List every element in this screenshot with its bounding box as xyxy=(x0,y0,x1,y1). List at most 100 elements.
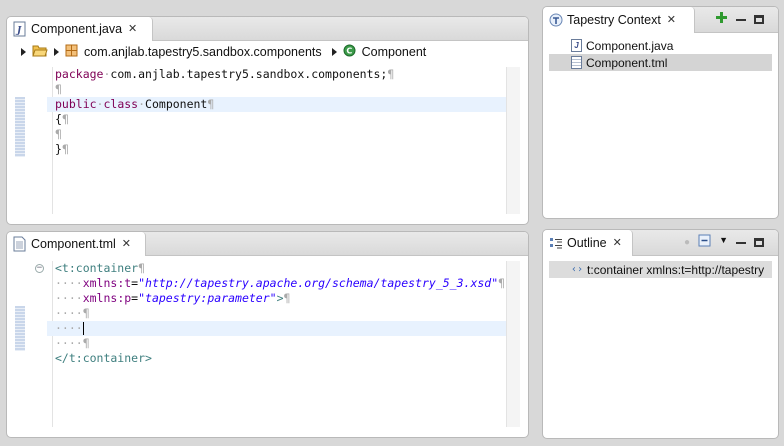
tml-file-icon xyxy=(13,236,27,252)
code-line[interactable]: ····xmlns:p="tapestry:parameter">¶ xyxy=(47,291,506,306)
code-token: <t:container xyxy=(55,261,139,275)
tapestry-context-view: Tapestry Context ✕ J Component.java Compon… xyxy=(542,6,779,219)
minimize-icon[interactable] xyxy=(736,242,746,244)
open-folder-icon[interactable] xyxy=(32,44,48,60)
java-file-icon: J xyxy=(571,39,582,52)
text-cursor xyxy=(82,322,84,335)
collapse-all-icon[interactable] xyxy=(698,234,711,250)
java-code-editor[interactable]: package · com.anjlab.tapestry5.sandbox.com… xyxy=(15,67,520,214)
tab-outline[interactable]: Outline ✕ xyxy=(543,230,633,256)
tree-item-label: Component.tml xyxy=(586,55,668,70)
maximize-icon[interactable] xyxy=(754,14,764,24)
breadcrumb-class[interactable]: Component xyxy=(362,45,427,59)
code-line[interactable]: package·com.anjlab.tapestry5.sandbox.com… xyxy=(47,67,506,82)
code-token: ¶ xyxy=(138,261,146,275)
java-editor-tabstrip: J Component.java ✕ xyxy=(7,17,528,41)
java-file-icon: J xyxy=(13,21,27,37)
code-token: ¶ xyxy=(82,336,90,350)
tml-editor-tabstrip: Component.tml ✕ xyxy=(7,232,528,256)
code-token: ¶ xyxy=(55,82,62,96)
code-line[interactable]: ····¶ xyxy=(47,306,506,321)
code-token: { xyxy=(55,112,62,126)
add-icon[interactable] xyxy=(715,11,728,27)
tab-label: Component.tml xyxy=(31,237,116,251)
code-line[interactable]: ···· xyxy=(47,321,506,336)
code-token: package xyxy=(55,67,104,81)
code-token: } xyxy=(55,142,62,156)
code-line[interactable]: ¶ xyxy=(47,127,506,142)
code-token: com.anjlab.tapestry5.sandbox.components; xyxy=(110,67,388,81)
code-token: · xyxy=(138,97,146,111)
code-line[interactable]: ····¶ xyxy=(47,336,506,351)
code-line[interactable]: − <t:container¶ xyxy=(35,261,506,276)
breadcrumb-arrow-icon[interactable] xyxy=(21,48,26,56)
svg-text:J: J xyxy=(15,26,22,36)
breadcrumb-arrow-icon[interactable] xyxy=(54,48,59,56)
close-icon[interactable]: ✕ xyxy=(613,237,622,249)
tml-file-icon xyxy=(571,56,582,69)
breadcrumb-package[interactable]: com.anjlab.tapestry5.sandbox.components xyxy=(84,45,322,59)
class-icon[interactable]: C xyxy=(343,44,356,60)
outline-toolbar: ● ▼ xyxy=(684,234,764,250)
tml-gutter xyxy=(15,261,37,427)
code-token: ¶ xyxy=(61,142,69,156)
code-token: public xyxy=(55,97,97,111)
java-code[interactable]: package · com.anjlab.tapestry5.sandbox.com… xyxy=(47,67,506,157)
code-token: "tapestry:parameter" xyxy=(138,291,277,305)
tml-code-editor[interactable]: − <t:container¶ ····xmlns:t="http://tapest… xyxy=(15,261,520,427)
code-token: ···· xyxy=(55,291,83,305)
tab-component-tml[interactable]: Component.tml ✕ xyxy=(7,232,146,256)
outline-icon xyxy=(549,235,563,251)
code-token: > xyxy=(276,291,284,305)
tree-item[interactable]: Component.tml xyxy=(549,54,772,71)
close-icon[interactable]: ✕ xyxy=(667,14,676,26)
breadcrumb: com.anjlab.tapestry5.sandbox.components … xyxy=(7,41,528,63)
outline-tabstrip: Outline ✕ ● ▼ xyxy=(543,230,778,256)
change-marker xyxy=(15,306,25,351)
tab-label: Outline xyxy=(567,236,607,250)
xml-element-icon: ‹› xyxy=(571,264,584,275)
outline-tree: ‹› t:container xmlns:t=http://tapestry xyxy=(549,261,772,278)
close-icon[interactable]: ✕ xyxy=(122,238,131,250)
code-token: ···· xyxy=(55,276,83,290)
outline-item[interactable]: ‹› t:container xmlns:t=http://tapestry xyxy=(549,261,772,278)
tree-item[interactable]: J Component.java xyxy=(549,37,772,54)
code-token: ¶ xyxy=(207,97,215,111)
java-vertical-scrollbar[interactable] xyxy=(506,67,520,214)
close-icon[interactable]: ✕ xyxy=(128,23,137,35)
sort-icon[interactable]: ● xyxy=(684,237,690,248)
fold-toggle-icon[interactable]: − xyxy=(35,264,44,273)
code-token: Component xyxy=(145,97,208,111)
view-menu-icon[interactable]: ▼ xyxy=(719,235,728,245)
tapestry-file-tree: J Component.java Component.tml xyxy=(549,37,772,71)
maximize-icon[interactable] xyxy=(754,237,764,247)
code-token: xmlns:t xyxy=(82,276,132,290)
code-token: ¶ xyxy=(61,112,69,126)
code-line[interactable]: {¶ xyxy=(47,112,506,127)
code-line[interactable]: ¶ xyxy=(47,82,506,97)
java-gutter xyxy=(15,67,37,214)
tapestry-context-tabstrip: Tapestry Context ✕ xyxy=(543,7,778,33)
tapestry-view-toolbar xyxy=(715,11,764,27)
code-line[interactable]: }¶ xyxy=(47,142,506,157)
change-marker xyxy=(15,97,25,157)
tab-tapestry-context[interactable]: Tapestry Context ✕ xyxy=(543,7,695,33)
tab-label: Component.java xyxy=(31,22,123,36)
breadcrumb-arrow-icon[interactable] xyxy=(331,48,337,56)
package-icon[interactable] xyxy=(65,44,78,60)
code-line[interactable]: ····xmlns:t="http://tapestry.apache.org/… xyxy=(47,276,506,291)
code-token: "http://tapestry.apache.org/schema/tapes… xyxy=(138,276,499,290)
code-line[interactable]: </t:container> xyxy=(47,351,506,366)
code-token: xmlns:p xyxy=(82,291,132,305)
tml-vertical-scrollbar[interactable] xyxy=(506,261,520,427)
minimize-icon[interactable] xyxy=(736,19,746,21)
code-token: ¶ xyxy=(82,306,90,320)
outline-item-label: t:container xmlns:t=http://tapestry xyxy=(587,262,765,277)
tab-label: Tapestry Context xyxy=(567,13,661,27)
tab-component-java[interactable]: J Component.java ✕ xyxy=(7,17,153,41)
code-token: ¶ xyxy=(283,291,291,305)
code-line[interactable]: public·class·Component¶ xyxy=(47,97,506,112)
code-token: ¶ xyxy=(55,127,62,141)
tml-code[interactable]: − <t:container¶ ····xmlns:t="http://tapest… xyxy=(35,261,506,366)
tml-editor-pane: Component.tml ✕ − <t:container¶ ····xmlns:… xyxy=(6,231,529,438)
